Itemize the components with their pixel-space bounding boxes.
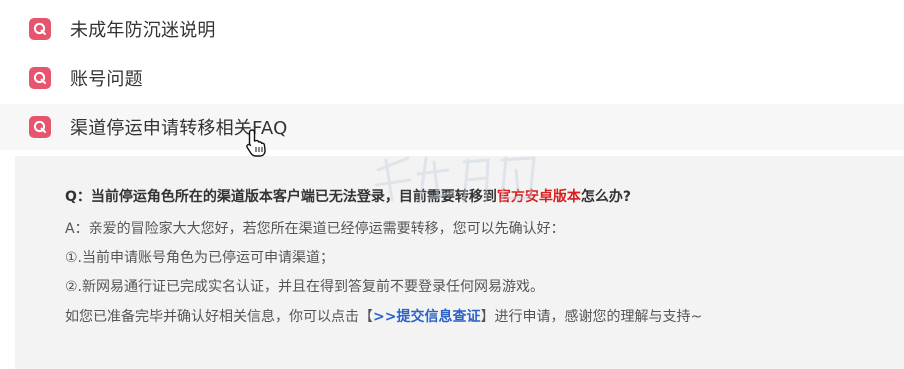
answer-line-action: 如您已准备完毕并确认好相关信息，你可以点击【>>提交信息查证】进行申请，感谢您的… [65,306,702,326]
submit-info-link[interactable]: >>提交信息查证 [373,309,480,325]
answer-line-condition-1: ①.当前申请账号角色为已停运可申请渠道； [65,250,334,266]
q-badge-icon [29,67,51,89]
answer-action-prefix: 如您已准备完毕并确认好相关信息，你可以点击 [65,309,359,325]
faq-answer-panel: Q：当前停运角色所在的渠道版本客户端已无法登录，目前需要转移到官方安卓版本怎么办… [15,156,904,369]
faq-list: 未成年防沉迷说明 账号问题 渠道停运申请转移相关FAQ Q：当前停运角色所在的渠… [0,0,904,369]
q-badge-icon [29,116,51,138]
answer-question: Q：当前停运角色所在的渠道版本客户端已无法登录，目前需要转移到官方安卓版本怎么办… [65,186,631,206]
answer-question-suffix: 怎么办? [580,189,632,205]
faq-item-channel-transfer[interactable]: 渠道停运申请转移相关FAQ [0,104,904,150]
answer-question-highlight: 官方安卓版本 [496,189,581,205]
answer-line-condition-2: ②.新网易通行证已完成实名认证，并且在得到答复前不要登录任何网易游戏。 [65,279,544,295]
faq-item-minor-protection[interactable]: 未成年防沉迷说明 [0,6,904,52]
answer-line-greeting: A：亲爱的冒险家大大您好，若您所在渠道已经停运需要转移，您可以先确认好： [65,221,565,237]
faq-item-account[interactable]: 账号问题 [0,55,904,101]
faq-item-title: 账号问题 [70,69,143,90]
faq-item-title: 渠道停运申请转移相关FAQ [70,118,288,139]
q-badge-icon [29,18,51,40]
bracket-close: 】 [480,309,495,325]
bracket-open: 【 [359,309,373,325]
answer-question-prefix: Q：当前停运角色所在的渠道版本客户端已无法登录，目前需要转移到 [65,189,497,205]
answer-action-suffix: 进行申请，感谢您的理解与支持~ [494,309,703,325]
faq-item-title: 未成年防沉迷说明 [70,20,216,41]
